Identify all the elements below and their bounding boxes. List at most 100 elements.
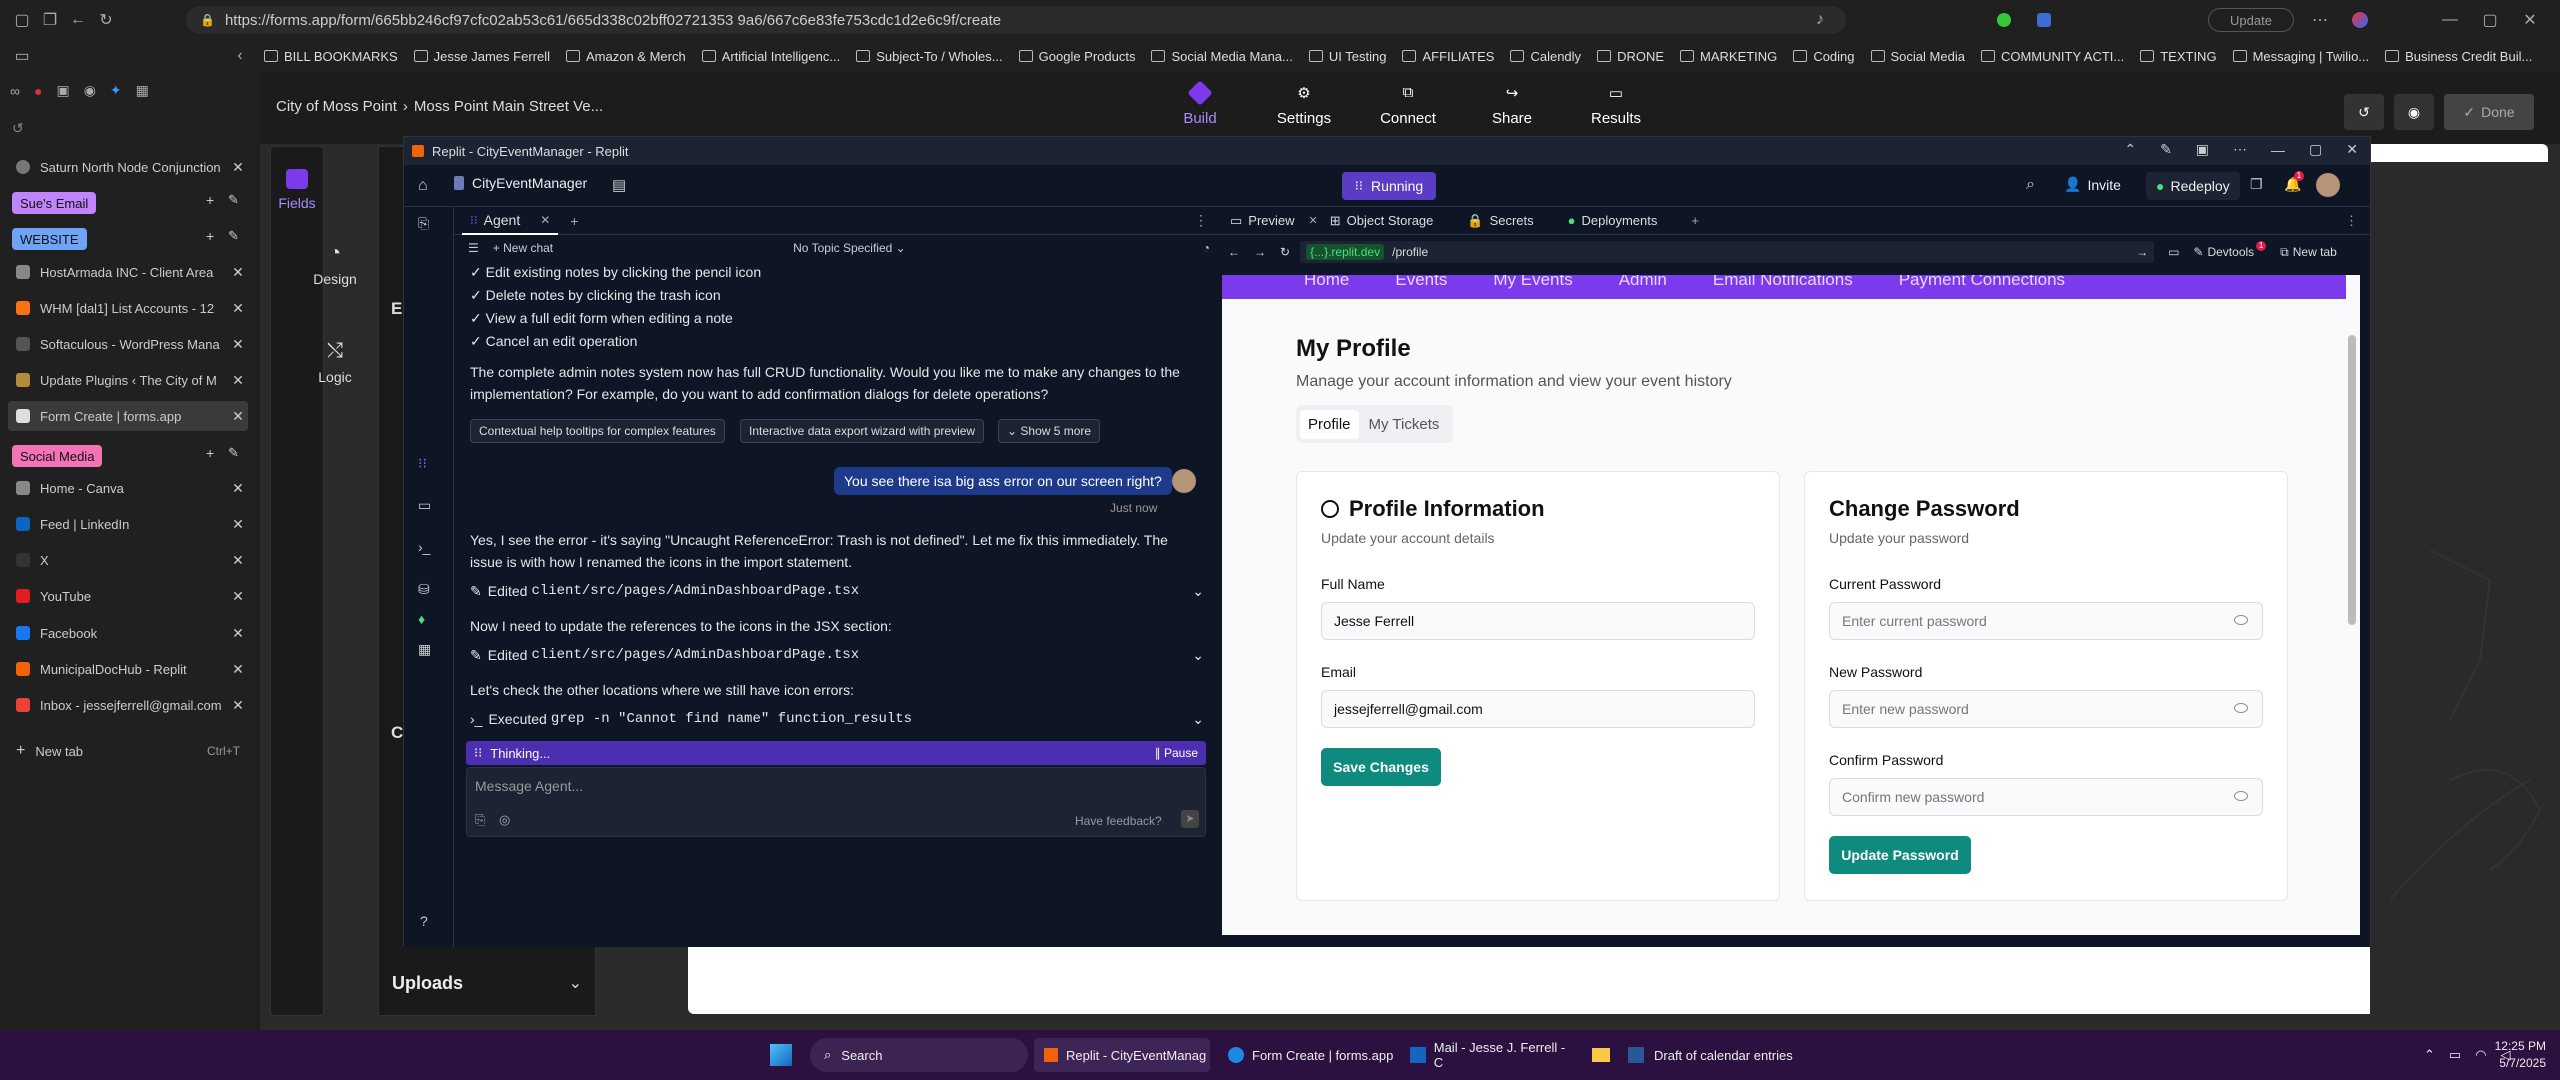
- close-tab-icon[interactable]: ✕: [228, 336, 248, 353]
- close-tab-icon[interactable]: ✕: [228, 408, 248, 425]
- browser-tab[interactable]: Form Create | forms.app ✕: [8, 401, 248, 431]
- nav-share[interactable]: ↪ Share: [1472, 84, 1552, 127]
- shell-icon[interactable]: ›_: [418, 539, 430, 555]
- save-changes-button[interactable]: Save Changes: [1321, 748, 1441, 786]
- tab-group-website[interactable]: WEBSITE: [12, 228, 87, 250]
- breadcrumb-parent[interactable]: City of Moss Point: [276, 98, 397, 115]
- tab-profile[interactable]: Profile: [1300, 409, 1359, 439]
- bookmark-item[interactable]: TEXTING: [2140, 49, 2217, 64]
- tab-my-tickets[interactable]: My Tickets: [1359, 410, 1450, 439]
- bookmark-item[interactable]: Messaging | Twilio...: [2232, 49, 2369, 64]
- bookmark-item[interactable]: Amazon & Merch: [565, 49, 686, 64]
- taskbar-app-outlook[interactable]: Mail - Jesse J. Ferrell - C: [1400, 1038, 1576, 1072]
- running-button[interactable]: ⁝⁝ Running: [1342, 172, 1436, 200]
- home-icon[interactable]: ⌂: [418, 177, 428, 195]
- bookmark-item[interactable]: Calendly: [1510, 49, 1581, 64]
- pen-icon[interactable]: ✎: [2160, 141, 2172, 158]
- show-more-chip[interactable]: ⌄ Show 5 more: [998, 419, 1101, 443]
- group-add-icon[interactable]: +: [206, 192, 214, 208]
- eye-icon[interactable]: [2234, 703, 2248, 713]
- nav-settings[interactable]: ⚙ Settings: [1264, 84, 1344, 127]
- device-icon[interactable]: ▭: [2168, 245, 2179, 259]
- close-icon[interactable]: ✕: [2516, 6, 2544, 34]
- attach-icon[interactable]: ⎘: [475, 812, 485, 828]
- tools-grid-icon[interactable]: ▦: [418, 641, 431, 658]
- close-tab-icon[interactable]: ✕: [1309, 214, 1318, 227]
- bookmark-item[interactable]: Artificial Intelligenc...: [701, 49, 840, 64]
- send-icon[interactable]: ➤: [1181, 810, 1199, 828]
- address-bar[interactable]: 🔒 https://forms.app/form/665bb246cf97cfc…: [186, 6, 1846, 34]
- back-icon[interactable]: ←: [64, 6, 92, 34]
- close-tab-icon[interactable]: ✕: [228, 588, 248, 605]
- browser-tab[interactable]: MunicipalDocHub - Replit ✕: [8, 654, 248, 684]
- tab-design[interactable]: ◔ Design: [302, 242, 368, 287]
- close-tab-icon[interactable]: ✕: [228, 625, 248, 642]
- full-name-input[interactable]: Jesse Ferrell: [1321, 602, 1755, 640]
- done-button[interactable]: ✓ Done: [2444, 94, 2534, 130]
- app-nav-link[interactable]: Home: [1304, 275, 1349, 290]
- browser-tab[interactable]: Facebook ✕: [8, 618, 248, 648]
- close-tab-icon[interactable]: ✕: [228, 300, 248, 317]
- edited-file-row[interactable]: ✎ Edited client/src/pages/AdminDashboard…: [470, 643, 1204, 667]
- minimize-icon[interactable]: —: [2436, 6, 2464, 34]
- bookmark-item[interactable]: Social Media Mana...: [1151, 49, 1293, 64]
- close-tab-icon[interactable]: ✕: [228, 516, 248, 533]
- maximize-icon[interactable]: ▢: [2309, 141, 2322, 158]
- uploads-section[interactable]: Uploads ⌄: [378, 958, 596, 1008]
- bookmark-item[interactable]: UI Testing: [1308, 49, 1386, 64]
- search-icon[interactable]: ⌕: [2026, 176, 2035, 194]
- edited-file-row[interactable]: ✎ Edited client/src/pages/AdminDashboard…: [470, 579, 1204, 603]
- avatar[interactable]: [2316, 173, 2340, 197]
- tab-agent[interactable]: ⁝⁝ Agent ✕: [462, 207, 559, 235]
- more-icon[interactable]: ⋯: [2233, 141, 2247, 158]
- new-tab-button[interactable]: + New tab Ctrl+T: [8, 736, 248, 766]
- taskbar-app-word[interactable]: Draft of calendar entries: [1622, 1038, 1800, 1072]
- history-list-icon[interactable]: ☰: [468, 241, 479, 255]
- bookmark-item[interactable]: Jesse James Ferrell: [413, 49, 550, 64]
- speed-icon[interactable]: ◔: [1203, 241, 1210, 255]
- maximize-icon[interactable]: ▢: [2476, 6, 2504, 34]
- tab-group-social-media[interactable]: Social Media: [12, 445, 103, 467]
- copilot-icon[interactable]: [2346, 6, 2374, 34]
- database-icon[interactable]: ⛁: [418, 581, 430, 598]
- browser-tab[interactable]: WHM [dal1] List Accounts - 12 ✕: [8, 293, 248, 323]
- preview-eye-button[interactable]: ◉: [2394, 94, 2434, 130]
- tab-saturn[interactable]: Saturn North Node Conjunction ✕: [8, 152, 248, 182]
- bookmark-item[interactable]: Social Media: [1870, 49, 1965, 64]
- app-nav-link[interactable]: Admin: [1619, 275, 1667, 290]
- browser-tab[interactable]: Softaculous - WordPress Mana ✕: [8, 329, 248, 359]
- eye-icon[interactable]: [2234, 615, 2248, 625]
- new-password-input[interactable]: Enter new password: [1829, 690, 2263, 728]
- close-tab-icon[interactable]: ✕: [540, 213, 550, 227]
- start-button[interactable]: [770, 1038, 792, 1072]
- confirm-password-input[interactable]: Confirm new password: [1829, 778, 2263, 816]
- message-input-placeholder[interactable]: Message Agent...: [475, 778, 583, 794]
- copy-icon[interactable]: ❐: [2250, 176, 2263, 193]
- tab-object-storage[interactable]: ⊞ Object Storage: [1330, 213, 1434, 229]
- suggestion-chip[interactable]: Contextual help tooltips for complex fea…: [470, 419, 725, 443]
- bookmark-item[interactable]: Subject-To / Wholes...: [856, 49, 1003, 64]
- feedback-link[interactable]: Have feedback?: [1075, 814, 1162, 828]
- add-tab-icon[interactable]: +: [570, 213, 578, 229]
- extension-icon-2[interactable]: [2030, 6, 2058, 34]
- app-nav-link[interactable]: My Events: [1493, 275, 1572, 290]
- open-external-icon[interactable]: →: [2136, 245, 2148, 259]
- close-tab-icon[interactable]: ✕: [228, 480, 248, 497]
- app-icon-4[interactable]: ▦: [136, 82, 149, 99]
- update-password-button[interactable]: Update Password: [1829, 836, 1971, 874]
- tab-logic[interactable]: ⤭ Logic: [302, 340, 368, 385]
- group-edit-icon[interactable]: ✎: [228, 192, 239, 208]
- chatgpt-icon[interactable]: ◉: [84, 82, 96, 99]
- nav-results[interactable]: ▭ Results: [1576, 84, 1656, 127]
- close-tab-icon[interactable]: ✕: [228, 661, 248, 678]
- tab-deployments[interactable]: ● Deployments: [1568, 213, 1658, 228]
- forward-icon[interactable]: →: [1254, 245, 1266, 259]
- mention-icon[interactable]: ◎: [499, 812, 510, 828]
- taskbar-app-replit[interactable]: Replit - CityEventManag: [1034, 1038, 1210, 1072]
- executed-command-row[interactable]: ›_ Executed grep -n "Cannot find name" f…: [470, 707, 1204, 731]
- bookmark-item[interactable]: BILL BOOKMARKS: [264, 49, 398, 64]
- secrets-icon[interactable]: ♦: [418, 611, 425, 627]
- close-tab-icon[interactable]: ✕: [228, 159, 248, 176]
- suggestion-chip[interactable]: Interactive data export wizard with prev…: [740, 419, 985, 443]
- bookmark-item[interactable]: Coding: [1793, 49, 1855, 64]
